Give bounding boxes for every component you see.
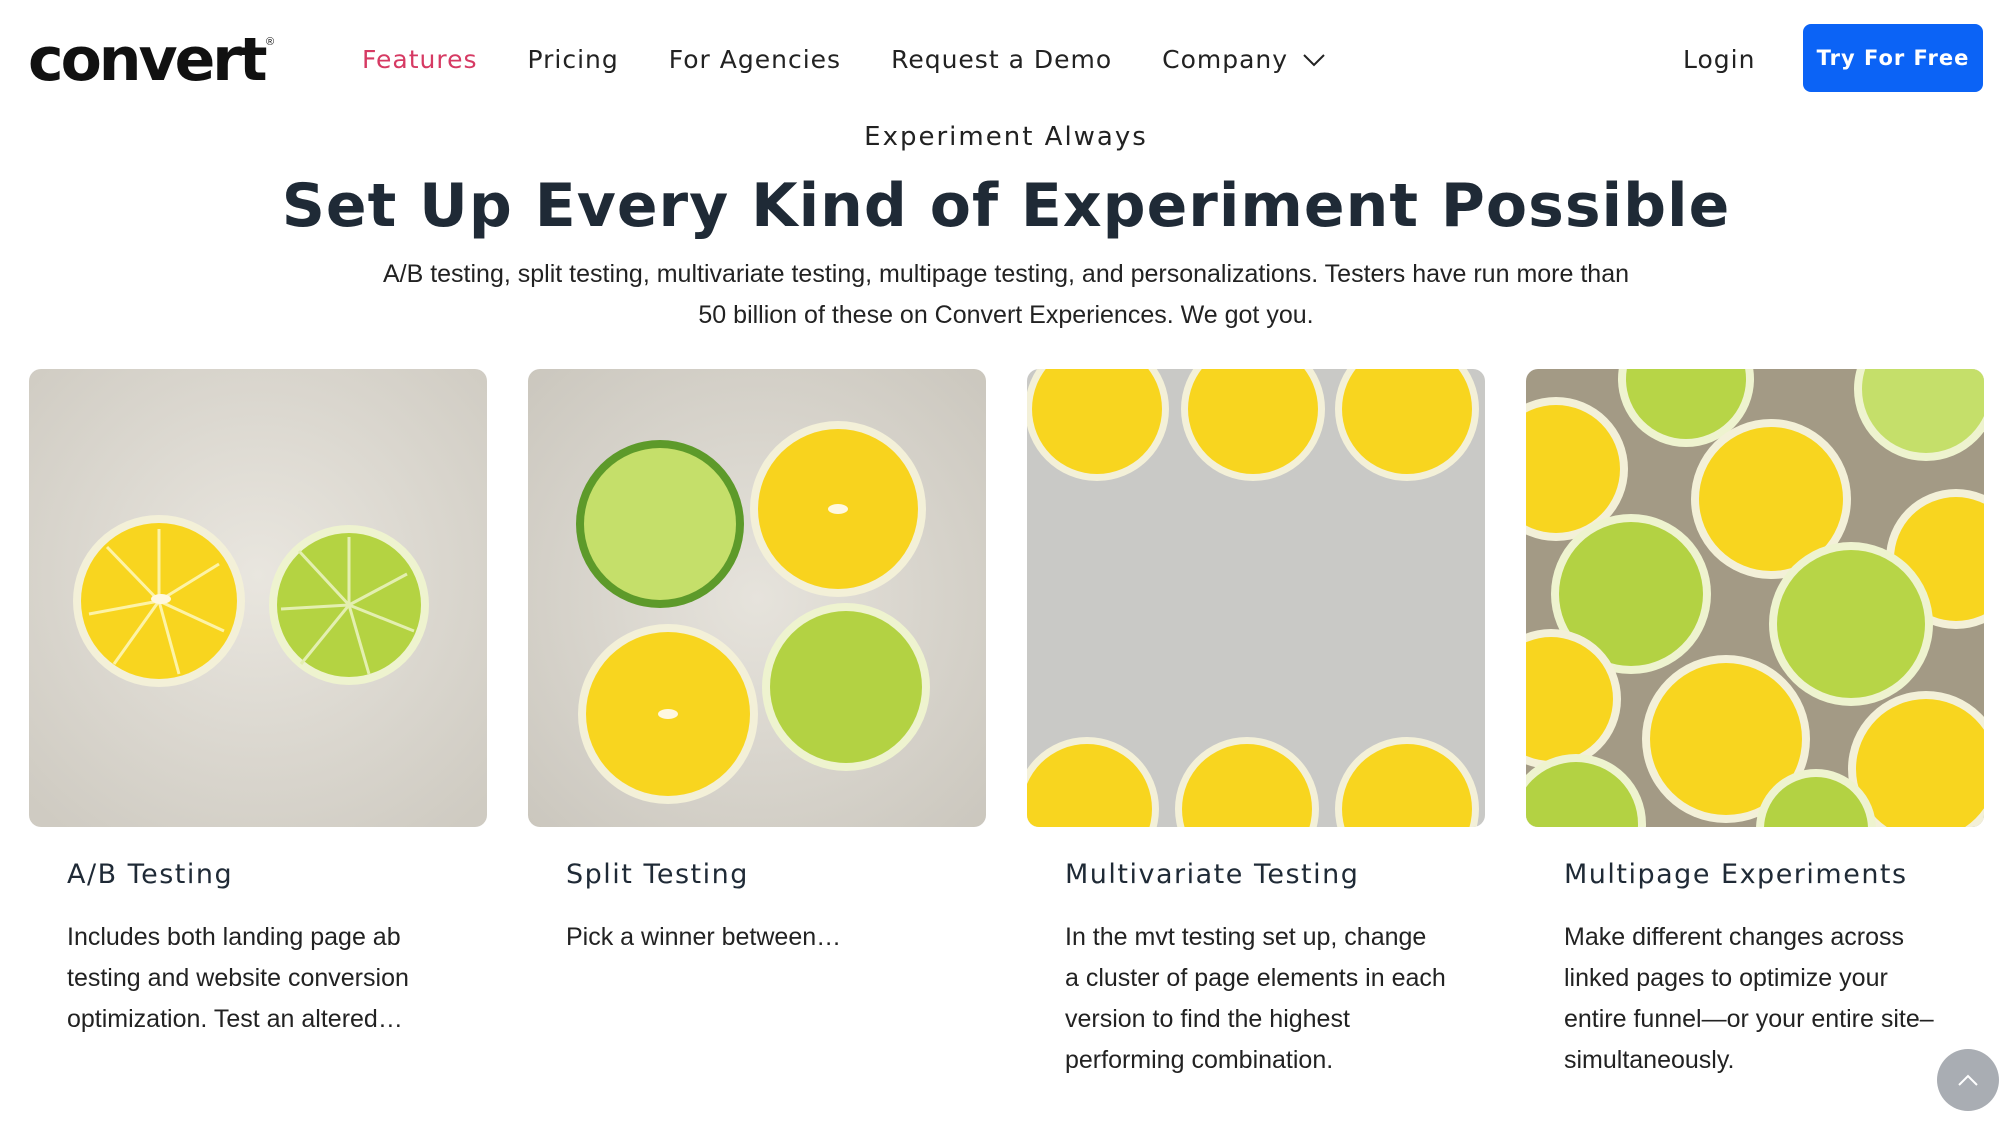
convert-logo[interactable]: convert ® (28, 30, 274, 90)
feature-cards: A/B Testing Includes both landing page a… (29, 369, 1984, 1089)
section-headline: Set Up Every Kind of Experiment Possible (281, 171, 1731, 241)
nav-link-request-demo[interactable]: Request a Demo (891, 40, 1112, 80)
registered-mark: ® (266, 36, 275, 48)
nav-links: Features Pricing For Agencies Request a … (362, 40, 1376, 80)
section-subtext: A/B testing, split testing, multivariate… (382, 260, 1630, 329)
try-for-free-button[interactable]: Try For Free (1803, 24, 1983, 92)
nav-link-for-agencies[interactable]: For Agencies (669, 40, 841, 80)
chevron-up-icon (1958, 1074, 1978, 1086)
card-description: Includes both landing page ab testing an… (67, 923, 409, 1033)
logo-wordmark: convert (28, 25, 268, 95)
card-description: Make different changes across linked pag… (1564, 923, 1934, 1074)
feature-card-split-testing[interactable]: Split Testing Pick a winner between… (528, 369, 986, 958)
card-image-two-citrus (29, 369, 487, 827)
login-link[interactable]: Login (1683, 40, 1755, 80)
nav-link-company[interactable]: Company (1162, 40, 1326, 80)
card-title: Multipage Experiments (1564, 859, 1908, 890)
scroll-to-top-button[interactable] (1937, 1049, 1999, 1111)
feature-card-ab-testing[interactable]: A/B Testing Includes both landing page a… (29, 369, 487, 1040)
card-title: Split Testing (566, 859, 749, 890)
chevron-down-icon (1303, 54, 1325, 67)
card-title: A/B Testing (67, 859, 234, 890)
card-image-many-citrus (1526, 369, 1984, 827)
section-eyebrow: Experiment Always (864, 122, 1148, 152)
card-description: In the mvt testing set up, change a clus… (1065, 923, 1446, 1074)
feature-card-multipage-experiments[interactable]: Multipage Experiments Make different cha… (1526, 369, 1984, 1081)
card-image-lemon-border (1027, 369, 1485, 827)
card-description: Pick a winner between… (566, 923, 842, 951)
nav-link-company-label: Company (1162, 45, 1289, 74)
feature-card-multivariate-testing[interactable]: Multivariate Testing In the mvt testing … (1027, 369, 1485, 1081)
nav-link-features[interactable]: Features (362, 40, 478, 80)
nav-link-pricing[interactable]: Pricing (528, 40, 619, 80)
card-image-four-citrus (528, 369, 986, 827)
card-title: Multivariate Testing (1065, 859, 1360, 890)
top-navigation: convert ® Features Pricing For Agencies … (0, 0, 1999, 118)
